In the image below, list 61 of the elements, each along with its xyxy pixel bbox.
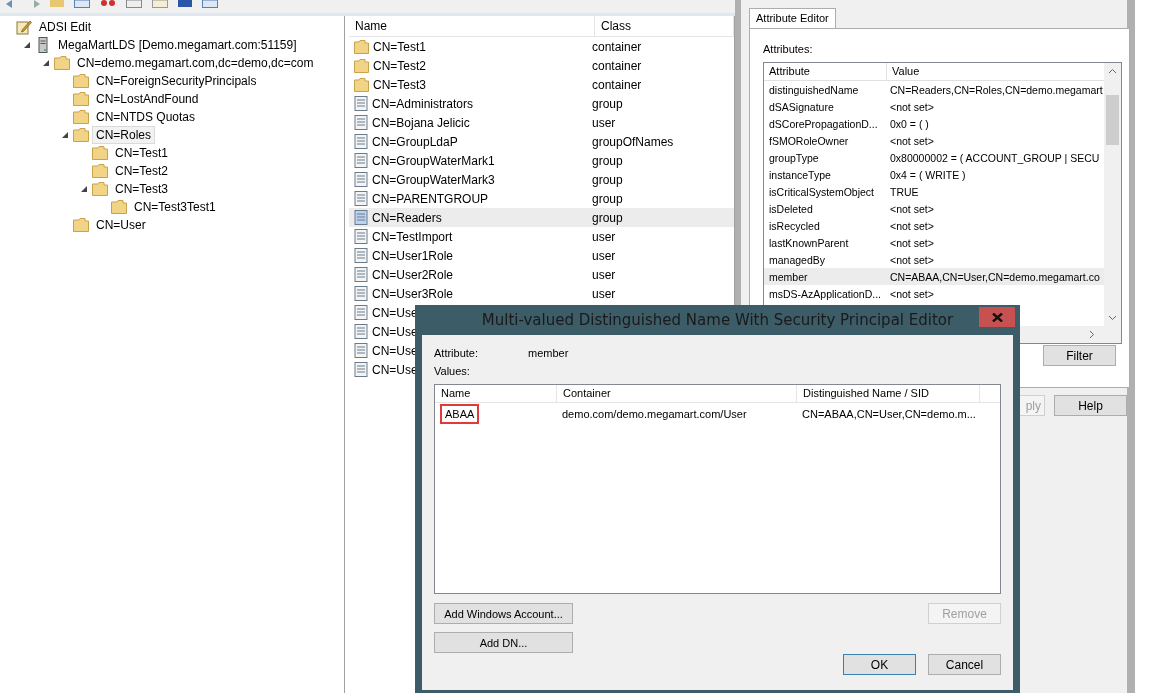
attribute-value: CN=ABAA,CN=User,CN=demo.megamart.co xyxy=(889,270,1100,283)
attribute-value: TRUE xyxy=(889,185,919,198)
attribute-value: 0x4 = ( WRITE ) xyxy=(889,168,966,181)
object-class: group xyxy=(592,191,623,206)
object-class: container xyxy=(592,58,642,73)
attribute-value: <not set> xyxy=(889,287,934,300)
object-name: CN=Bojana Jelicic xyxy=(372,115,470,130)
object-name: CN=User2Role xyxy=(372,267,454,282)
attribute-value: <not set> xyxy=(889,134,934,147)
attribute-value: member xyxy=(528,347,569,359)
attribute-value: <not set> xyxy=(889,253,934,266)
attribute-name: groupType xyxy=(768,151,820,164)
object-class: user xyxy=(592,115,616,130)
object-class: group xyxy=(592,153,623,168)
attribute-label: Attribute: xyxy=(434,347,480,359)
object-class: user xyxy=(592,229,616,244)
object-name: CN=GroupLdaP xyxy=(372,134,458,149)
attribute-name: dSASignature xyxy=(768,100,835,113)
object-class: container xyxy=(592,39,642,54)
object-name: CN=Test2 xyxy=(373,58,427,73)
object-class: user xyxy=(592,286,616,301)
object-name: CN=TestImport xyxy=(372,229,453,244)
attribute-name: isCriticalSystemObject xyxy=(768,185,876,198)
object-name: CN=Administrators xyxy=(372,96,474,111)
attribute-name: managedBy xyxy=(768,253,827,266)
object-name: CN=User3Role xyxy=(372,286,454,301)
object-name: CN=Test3 xyxy=(373,77,427,92)
attribute-value: <not set> xyxy=(889,202,934,215)
attribute-name: isRecycled xyxy=(768,219,821,232)
attribute-name: msDS-AzApplicationD... xyxy=(768,287,883,300)
values-label: Values: xyxy=(434,365,470,377)
object-name: CN=Readers xyxy=(372,210,442,225)
attribute-value: 0x80000002 = ( ACCOUNT_GROUP | SECU xyxy=(889,151,1100,164)
attribute-value: <not set> xyxy=(889,100,934,113)
object-name: CN=GroupWaterMark1 xyxy=(372,153,495,168)
value-dn: CN=ABAA,CN=User,CN=demo.m... xyxy=(802,408,976,420)
attribute-name: member xyxy=(768,270,809,283)
attribute-name: distinguishedName xyxy=(768,83,860,96)
attribute-value: <not set> xyxy=(889,236,934,249)
object-name: CN=Test1 xyxy=(373,39,427,54)
object-name: CN=PARENTGROUP xyxy=(372,191,489,206)
attribute-name: dSCorePropagationD... xyxy=(768,117,879,130)
object-name: CN=User1Role xyxy=(372,248,454,263)
attributes-label: Attributes: xyxy=(763,43,814,55)
attribute-value: 0x0 = ( ) xyxy=(889,117,929,130)
object-class: user xyxy=(592,248,616,263)
attribute-value: <not set> xyxy=(889,219,934,232)
attribute-name: fSMORoleOwner xyxy=(768,134,850,147)
object-class: user xyxy=(592,267,616,282)
value-container: demo.com/demo.megamart.com/User xyxy=(562,408,747,420)
attribute-name: lastKnownParent xyxy=(768,236,850,249)
object-class: group xyxy=(592,172,623,187)
object-class: groupOfNames xyxy=(592,134,674,149)
dialog-title: Multi-valued Distinguished Name With Security Principal Editor xyxy=(481,311,954,329)
attribute-name: instanceType xyxy=(768,168,832,181)
attribute-value: CN=Readers,CN=Roles,CN=demo.megamart xyxy=(889,83,1103,96)
object-name: CN=GroupWaterMark3 xyxy=(372,172,495,187)
object-class: container xyxy=(592,77,642,92)
object-class: group xyxy=(592,96,623,111)
attribute-name: isDeleted xyxy=(768,202,814,215)
object-class: group xyxy=(592,210,623,225)
